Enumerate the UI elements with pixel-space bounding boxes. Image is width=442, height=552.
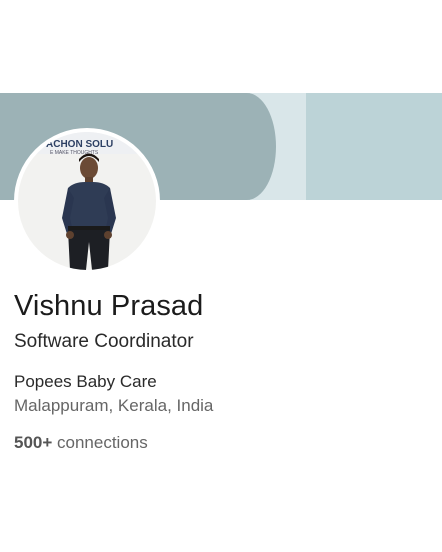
profile-name: Vishnu Prasad <box>14 290 204 322</box>
avatar-photo-icon: ACHON SOLU E MAKE THOUGHTS <box>18 132 156 270</box>
profile-avatar[interactable]: ACHON SOLU E MAKE THOUGHTS <box>14 128 160 274</box>
connections-label: connections <box>52 433 148 452</box>
profile-location: Malappuram, Kerala, India <box>14 396 214 415</box>
profile-connections[interactable]: 500+ connections <box>14 433 148 453</box>
profile-company[interactable]: Popees Baby Care <box>14 372 157 392</box>
avatar-sign-text: ACHON SOLU <box>46 139 113 150</box>
connections-count: 500+ <box>14 433 53 452</box>
profile-headline: Software Coordinator <box>14 331 194 352</box>
